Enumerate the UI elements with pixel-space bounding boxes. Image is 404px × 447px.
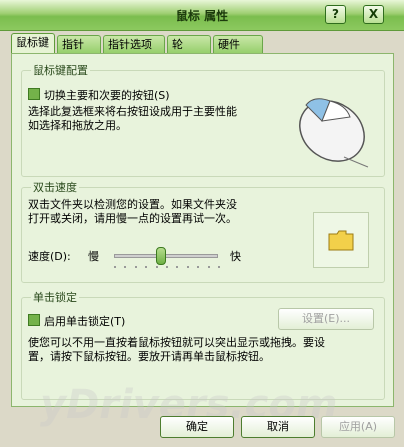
ok-button[interactable]: 确定: [160, 416, 234, 438]
cancel-button[interactable]: 取消: [241, 416, 315, 438]
speed-slider-track[interactable]: [114, 254, 218, 258]
click-lock-label[interactable]: 启用单击锁定(T): [44, 313, 125, 329]
tab-pointer-options[interactable]: 指针选项: [103, 35, 165, 53]
mouse-icon: [299, 98, 369, 168]
double-click-title: 双击速度: [31, 179, 79, 195]
folder-icon[interactable]: [328, 229, 354, 251]
tab-wheel[interactable]: 轮: [167, 35, 211, 53]
slider-tick: [166, 266, 168, 268]
slider-tick: [176, 266, 179, 268]
speed-slider-thumb[interactable]: [155, 247, 166, 265]
close-button[interactable]: X: [363, 5, 384, 24]
slider-tick: [155, 266, 158, 268]
switch-buttons-label[interactable]: 切换主要和次要的按钮(S): [44, 87, 170, 103]
tab-hardware[interactable]: 硬件: [213, 35, 263, 53]
click-lock-description: 使您可以不用一直按着鼠标按钮就可以突出显示或拖拽。要设 置，请按下鼠标按钮。要放…: [28, 336, 325, 363]
button-config-group: 鼠标键配置 切换主要和次要的按钮(S) 选择此复选框来将右按钮设成用于主要性能 …: [21, 62, 385, 177]
slider-tick: [186, 266, 189, 268]
slider-tick: [124, 266, 127, 268]
double-click-description: 双击文件夹以检测您的设置。如果文件夹没 打开或关闭，请用慢一点的设置再试一次。: [28, 198, 237, 225]
tab-buttons[interactable]: 鼠标键: [11, 33, 55, 54]
speed-label: 速度(D):: [28, 250, 71, 263]
slider-tick: [218, 266, 220, 268]
tab-pointers[interactable]: 指针: [57, 35, 101, 53]
slider-tick: [207, 266, 210, 268]
slider-tick: [114, 266, 116, 268]
click-lock-settings-button[interactable]: 设置(E)...: [278, 308, 374, 330]
switch-buttons-checkbox[interactable]: [28, 88, 40, 100]
button-config-title: 鼠标键配置: [31, 62, 90, 78]
click-lock-title: 单击锁定: [31, 289, 79, 305]
button-config-description: 选择此复选框来将右按钮设成用于主要性能 如选择和拖放之用。: [28, 105, 237, 132]
double-click-group: 双击速度 双击文件夹以检测您的设置。如果文件夹没 打开或关闭，请用慢一点的设置再…: [21, 179, 385, 283]
slider-tick: [197, 266, 200, 268]
apply-button[interactable]: 应用(A): [321, 416, 395, 438]
test-folder-area[interactable]: [313, 212, 369, 268]
tab-panel: 鼠标键配置 切换主要和次要的按钮(S) 选择此复选框来将右按钮设成用于主要性能 …: [11, 53, 394, 407]
help-button[interactable]: ?: [325, 5, 346, 24]
fast-label: 快: [230, 250, 241, 263]
title-bar[interactable]: 鼠标 属性 ? X: [0, 0, 404, 31]
slow-label: 慢: [88, 250, 99, 263]
mouse-properties-window: 鼠标 属性 ? X 鼠标键 指针 指针选项 轮 硬件 鼠标键配置 切换主要和次要…: [0, 0, 404, 447]
click-lock-checkbox[interactable]: [28, 314, 40, 326]
slider-tick: [134, 266, 137, 268]
slider-tick: [145, 266, 148, 268]
